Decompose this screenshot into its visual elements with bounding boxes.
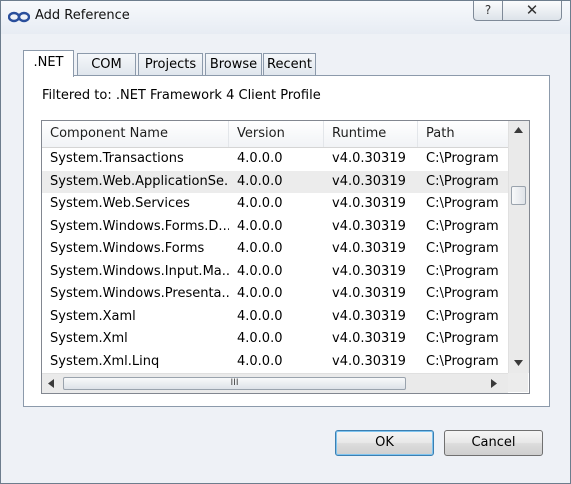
vertical-scroll-thumb[interactable]: [511, 186, 526, 205]
table-row[interactable]: System.Xml.Linq 4.0.0.0 v4.0.30319 C:\Progr…: [42, 351, 508, 373]
component-list[interactable]: Component Name Version Runtime Path Syst…: [41, 120, 530, 394]
cell-component-name: System.Transactions: [50, 151, 184, 166]
cell-component-name: System.Xaml: [50, 308, 136, 324]
horizontal-scroll-thumb[interactable]: III: [63, 377, 406, 390]
table-row[interactable]: System.Windows.Forms 4.0.0.0 v4.0.30319 C:\…: [42, 238, 508, 260]
table-row[interactable]: System.Windows.Presenta... 4.0.0.0 v4.0.30…: [42, 283, 508, 305]
cell-runtime: v4.0.30319: [332, 308, 406, 324]
table-row[interactable]: System.Windows.Forms.D... 4.0.0.0 v4.0.303…: [42, 216, 508, 238]
column-header-runtime[interactable]: Runtime: [324, 121, 418, 147]
cell-component-name: System.Xml.Linq: [50, 353, 160, 369]
cell-path: C:\Program: [426, 241, 499, 256]
table-row[interactable]: System.Web.ApplicationSe... 4.0.0.0 v4.0.3…: [42, 170, 508, 193]
cell-version: 4.0.0.0: [237, 173, 283, 189]
tab-dotnet[interactable]: .NET: [23, 50, 74, 77]
tab-label: Projects: [144, 57, 197, 72]
dotnet-tab-panel: Filtered to: .NET Framework 4 Client Pro…: [23, 75, 550, 407]
table-row[interactable]: System.Xml 4.0.0.0 v4.0.30319 C:\Program: [42, 328, 508, 350]
cell-path: C:\Program: [426, 151, 499, 166]
filter-label: Filtered to: .NET Framework 4 Client Pro…: [42, 88, 321, 103]
cell-version: 4.0.0.0: [237, 353, 283, 369]
cell-component-name: System.Windows.Presenta...: [50, 286, 229, 301]
cell-version: 4.0.0.0: [237, 308, 283, 324]
cell-runtime: v4.0.30319: [332, 196, 406, 211]
scroll-left-arrow-icon[interactable]: [48, 379, 54, 388]
cell-version: 4.0.0.0: [237, 218, 283, 234]
column-header-component-name[interactable]: Component Name: [42, 121, 229, 147]
cell-version: 4.0.0.0: [237, 331, 283, 346]
cell-runtime: v4.0.30319: [332, 173, 406, 189]
cell-path: C:\Program: [426, 218, 499, 234]
vertical-scrollbar[interactable]: [508, 121, 529, 373]
scroll-grip-icon: III: [230, 378, 239, 388]
cell-path: C:\Program: [426, 286, 499, 301]
list-header: Component Name Version Runtime Path: [42, 121, 508, 148]
cell-version: 4.0.0.0: [237, 286, 283, 301]
ok-button[interactable]: OK: [335, 430, 434, 456]
scroll-right-arrow-icon[interactable]: [491, 379, 497, 388]
close-icon: ✕: [525, 1, 539, 19]
tab-recent[interactable]: Recent: [263, 53, 316, 76]
title-bar: Add Reference ? ✕: [1, 1, 570, 34]
cancel-button[interactable]: Cancel: [444, 430, 543, 456]
cell-runtime: v4.0.30319: [332, 331, 406, 346]
tab-label: .NET: [33, 55, 64, 70]
help-button[interactable]: ?: [473, 1, 503, 21]
cell-component-name: System.Web.ApplicationSe...: [50, 173, 229, 189]
scroll-up-arrow-icon[interactable]: [514, 127, 523, 133]
tab-label: Browse: [209, 57, 258, 72]
horizontal-scrollbar[interactable]: III: [42, 373, 508, 393]
tab-label: COM: [91, 57, 122, 72]
cell-version: 4.0.0.0: [237, 151, 283, 166]
table-row[interactable]: System.Transactions 4.0.0.0 v4.0.30319 C:\P…: [42, 148, 508, 170]
cell-runtime: v4.0.30319: [332, 218, 406, 234]
tab-com[interactable]: COM: [77, 53, 136, 76]
scroll-down-arrow-icon[interactable]: [514, 360, 523, 366]
cell-runtime: v4.0.30319: [332, 263, 406, 279]
cell-version: 4.0.0.0: [237, 241, 283, 256]
cell-component-name: System.Windows.Forms.D...: [50, 218, 229, 234]
cell-component-name: System.Xml: [50, 331, 128, 346]
cell-runtime: v4.0.30319: [332, 286, 406, 301]
cell-component-name: System.Web.Services: [50, 196, 190, 211]
table-row[interactable]: System.Xaml 4.0.0.0 v4.0.30319 C:\Program: [42, 306, 508, 328]
cell-path: C:\Program: [426, 263, 499, 279]
column-header-version[interactable]: Version: [229, 121, 324, 147]
cell-component-name: System.Windows.Input.Ma...: [50, 263, 229, 279]
window-title: Add Reference: [35, 8, 130, 23]
add-reference-link-icon: [8, 11, 30, 23]
cell-path: C:\Program: [426, 331, 499, 346]
cell-runtime: v4.0.30319: [332, 241, 406, 256]
tab-browse[interactable]: Browse: [205, 53, 262, 76]
tab-label: Recent: [267, 57, 312, 72]
scrollbar-corner: [508, 373, 528, 392]
cell-path: C:\Program: [426, 308, 499, 324]
cell-runtime: v4.0.30319: [332, 151, 406, 166]
table-row[interactable]: System.Windows.Input.Ma... 4.0.0.0 v4.0.30…: [42, 261, 508, 283]
cell-component-name: System.Windows.Forms: [50, 241, 205, 256]
cell-path: C:\Program: [426, 353, 499, 369]
cell-runtime: v4.0.30319: [332, 353, 406, 369]
table-row[interactable]: System.Web.Services 4.0.0.0 v4.0.30319 C:\P…: [42, 193, 508, 215]
cell-version: 4.0.0.0: [237, 196, 283, 211]
cell-path: C:\Program: [426, 173, 499, 189]
cell-version: 4.0.0.0: [237, 263, 283, 279]
close-button[interactable]: ✕: [502, 1, 562, 21]
help-icon: ?: [484, 3, 492, 17]
add-reference-dialog: Add Reference ? ✕ .NET COM Projects Brow…: [0, 0, 571, 484]
column-header-path[interactable]: Path: [418, 121, 508, 147]
tab-projects[interactable]: Projects: [138, 53, 203, 76]
cell-path: C:\Program: [426, 196, 499, 211]
